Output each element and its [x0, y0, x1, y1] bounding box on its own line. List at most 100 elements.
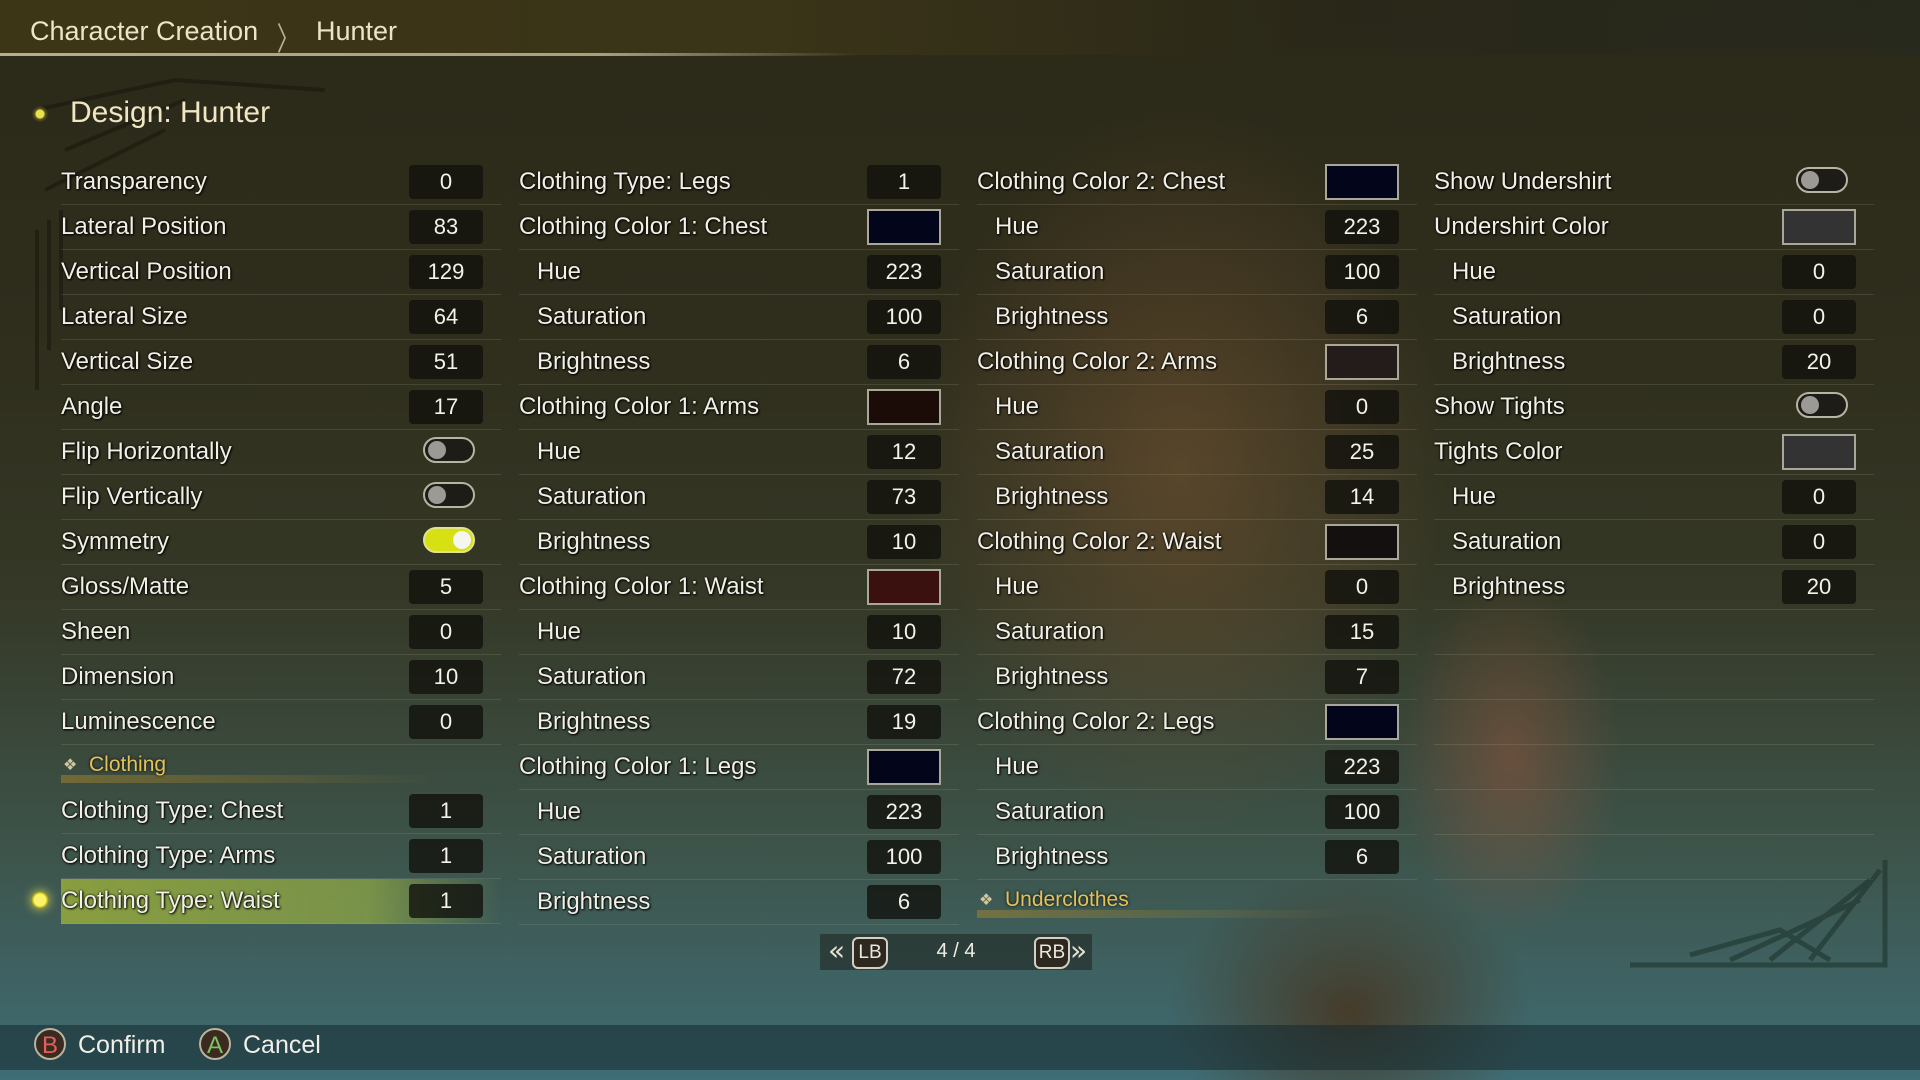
setting-row-show-undershirt[interactable]: Show Undershirt	[1434, 160, 1874, 205]
setting-value[interactable]: 7	[1325, 660, 1399, 694]
setting-row-hue[interactable]: Hue 10	[519, 610, 959, 655]
setting-value[interactable]: 20	[1782, 345, 1856, 379]
setting-value[interactable]: 0	[409, 165, 483, 199]
setting-value[interactable]: 100	[1325, 795, 1399, 829]
setting-value[interactable]: 10	[867, 615, 941, 649]
setting-row-hue[interactable]: Hue 223	[977, 745, 1417, 790]
breadcrumb-character-creation[interactable]: Character Creation	[30, 16, 258, 47]
setting-row-clothing-color-2-arms[interactable]: Clothing Color 2: Arms	[977, 340, 1417, 385]
color-swatch[interactable]	[867, 749, 941, 785]
setting-value[interactable]: 223	[867, 255, 941, 289]
setting-value[interactable]: 19	[867, 705, 941, 739]
setting-row-sheen[interactable]: Sheen 0	[61, 610, 501, 655]
setting-value[interactable]: 20	[1782, 570, 1856, 604]
setting-value[interactable]: 0	[1782, 300, 1856, 334]
setting-value[interactable]: 25	[1325, 435, 1399, 469]
setting-row-clothing-color-1-arms[interactable]: Clothing Color 1: Arms	[519, 385, 959, 430]
setting-row-hue[interactable]: Hue 12	[519, 430, 959, 475]
setting-value[interactable]: 0	[1782, 525, 1856, 559]
setting-row-brightness[interactable]: Brightness 6	[977, 835, 1417, 880]
setting-row-saturation[interactable]: Saturation 0	[1434, 295, 1874, 340]
setting-value[interactable]: 100	[867, 300, 941, 334]
toggle-switch[interactable]	[1796, 167, 1848, 193]
setting-value[interactable]: 1	[409, 839, 483, 873]
setting-row-saturation[interactable]: Saturation 72	[519, 655, 959, 700]
a-button-icon[interactable]: A	[199, 1028, 231, 1060]
setting-row-brightness[interactable]: Brightness 6	[977, 295, 1417, 340]
setting-value[interactable]: 1	[409, 884, 483, 918]
toggle-switch[interactable]	[1796, 392, 1848, 418]
setting-row-lateral-size[interactable]: Lateral Size 64	[61, 295, 501, 340]
setting-row-clothing-color-2-waist[interactable]: Clothing Color 2: Waist	[977, 520, 1417, 565]
setting-value[interactable]: 223	[867, 795, 941, 829]
setting-row-hue[interactable]: Hue 223	[519, 790, 959, 835]
b-button-icon[interactable]: B	[34, 1028, 66, 1060]
setting-row-saturation[interactable]: Saturation 73	[519, 475, 959, 520]
setting-row-transparency[interactable]: Transparency 0	[61, 160, 501, 205]
setting-row-clothing-color-1-waist[interactable]: Clothing Color 1: Waist	[519, 565, 959, 610]
setting-row-saturation[interactable]: Saturation 100	[977, 250, 1417, 295]
setting-row-brightness[interactable]: Brightness 10	[519, 520, 959, 565]
setting-value[interactable]: 15	[1325, 615, 1399, 649]
setting-value[interactable]: 0	[1325, 570, 1399, 604]
color-swatch[interactable]	[1782, 209, 1856, 245]
setting-value[interactable]: 73	[867, 480, 941, 514]
setting-row-gloss-matte[interactable]: Gloss/Matte 5	[61, 565, 501, 610]
setting-row-hue[interactable]: Hue 223	[519, 250, 959, 295]
toggle-switch[interactable]	[423, 527, 475, 553]
setting-row-hue[interactable]: Hue 0	[1434, 475, 1874, 520]
setting-row-saturation[interactable]: Saturation 15	[977, 610, 1417, 655]
setting-value[interactable]: 17	[409, 390, 483, 424]
setting-row-brightness[interactable]: Brightness 14	[977, 475, 1417, 520]
setting-value[interactable]: 14	[1325, 480, 1399, 514]
setting-row-brightness[interactable]: Brightness 20	[1434, 340, 1874, 385]
setting-row-saturation[interactable]: Saturation 100	[977, 790, 1417, 835]
setting-value[interactable]: 10	[409, 660, 483, 694]
setting-value[interactable]: 6	[867, 885, 941, 919]
setting-value[interactable]: 0	[1782, 480, 1856, 514]
setting-value[interactable]: 100	[867, 840, 941, 874]
setting-value[interactable]: 5	[409, 570, 483, 604]
setting-row-clothing-type-waist[interactable]: Clothing Type: Waist 1	[31, 879, 501, 924]
setting-row-tights-color[interactable]: Tights Color	[1434, 430, 1874, 475]
setting-row-clothing-type-chest[interactable]: Clothing Type: Chest 1	[61, 789, 501, 834]
setting-row-vertical-position[interactable]: Vertical Position 129	[61, 250, 501, 295]
setting-row-saturation[interactable]: Saturation 100	[519, 295, 959, 340]
setting-row-saturation[interactable]: Saturation 100	[519, 835, 959, 880]
setting-value[interactable]: 129	[409, 255, 483, 289]
setting-value[interactable]: 0	[409, 615, 483, 649]
setting-value[interactable]: 12	[867, 435, 941, 469]
toggle-switch[interactable]	[423, 437, 475, 463]
setting-value[interactable]: 83	[409, 210, 483, 244]
setting-row-hue[interactable]: Hue 0	[1434, 250, 1874, 295]
setting-row-undershirt-color[interactable]: Undershirt Color	[1434, 205, 1874, 250]
setting-value[interactable]: 1	[409, 794, 483, 828]
setting-value[interactable]: 51	[409, 345, 483, 379]
color-swatch[interactable]	[1325, 704, 1399, 740]
color-swatch[interactable]	[867, 389, 941, 425]
setting-row-saturation[interactable]: Saturation 0	[1434, 520, 1874, 565]
setting-row-brightness[interactable]: Brightness 20	[1434, 565, 1874, 610]
setting-row-dimension[interactable]: Dimension 10	[61, 655, 501, 700]
setting-row-clothing-color-1-legs[interactable]: Clothing Color 1: Legs	[519, 745, 959, 790]
chevron-double-right-icon[interactable]: »	[1070, 934, 1087, 968]
setting-value[interactable]: 72	[867, 660, 941, 694]
setting-value[interactable]: 100	[1325, 255, 1399, 289]
setting-row-brightness[interactable]: Brightness 19	[519, 700, 959, 745]
setting-value[interactable]: 223	[1325, 210, 1399, 244]
rb-next-page-button[interactable]: RB	[1034, 937, 1070, 969]
setting-row-vertical-size[interactable]: Vertical Size 51	[61, 340, 501, 385]
setting-value[interactable]: 10	[867, 525, 941, 559]
setting-value[interactable]: 0	[409, 705, 483, 739]
setting-row-luminescence[interactable]: Luminescence 0	[61, 700, 501, 745]
color-swatch[interactable]	[1325, 344, 1399, 380]
setting-row-clothing-type-arms[interactable]: Clothing Type: Arms 1	[61, 834, 501, 879]
setting-row-brightness[interactable]: Brightness 6	[519, 880, 959, 925]
setting-value[interactable]: 6	[1325, 840, 1399, 874]
color-swatch[interactable]	[1325, 524, 1399, 560]
setting-row-brightness[interactable]: Brightness 7	[977, 655, 1417, 700]
setting-row-hue[interactable]: Hue 223	[977, 205, 1417, 250]
setting-row-brightness[interactable]: Brightness 6	[519, 340, 959, 385]
setting-row-saturation[interactable]: Saturation 25	[977, 430, 1417, 475]
setting-row-clothing-type-legs[interactable]: Clothing Type: Legs 1	[519, 160, 959, 205]
